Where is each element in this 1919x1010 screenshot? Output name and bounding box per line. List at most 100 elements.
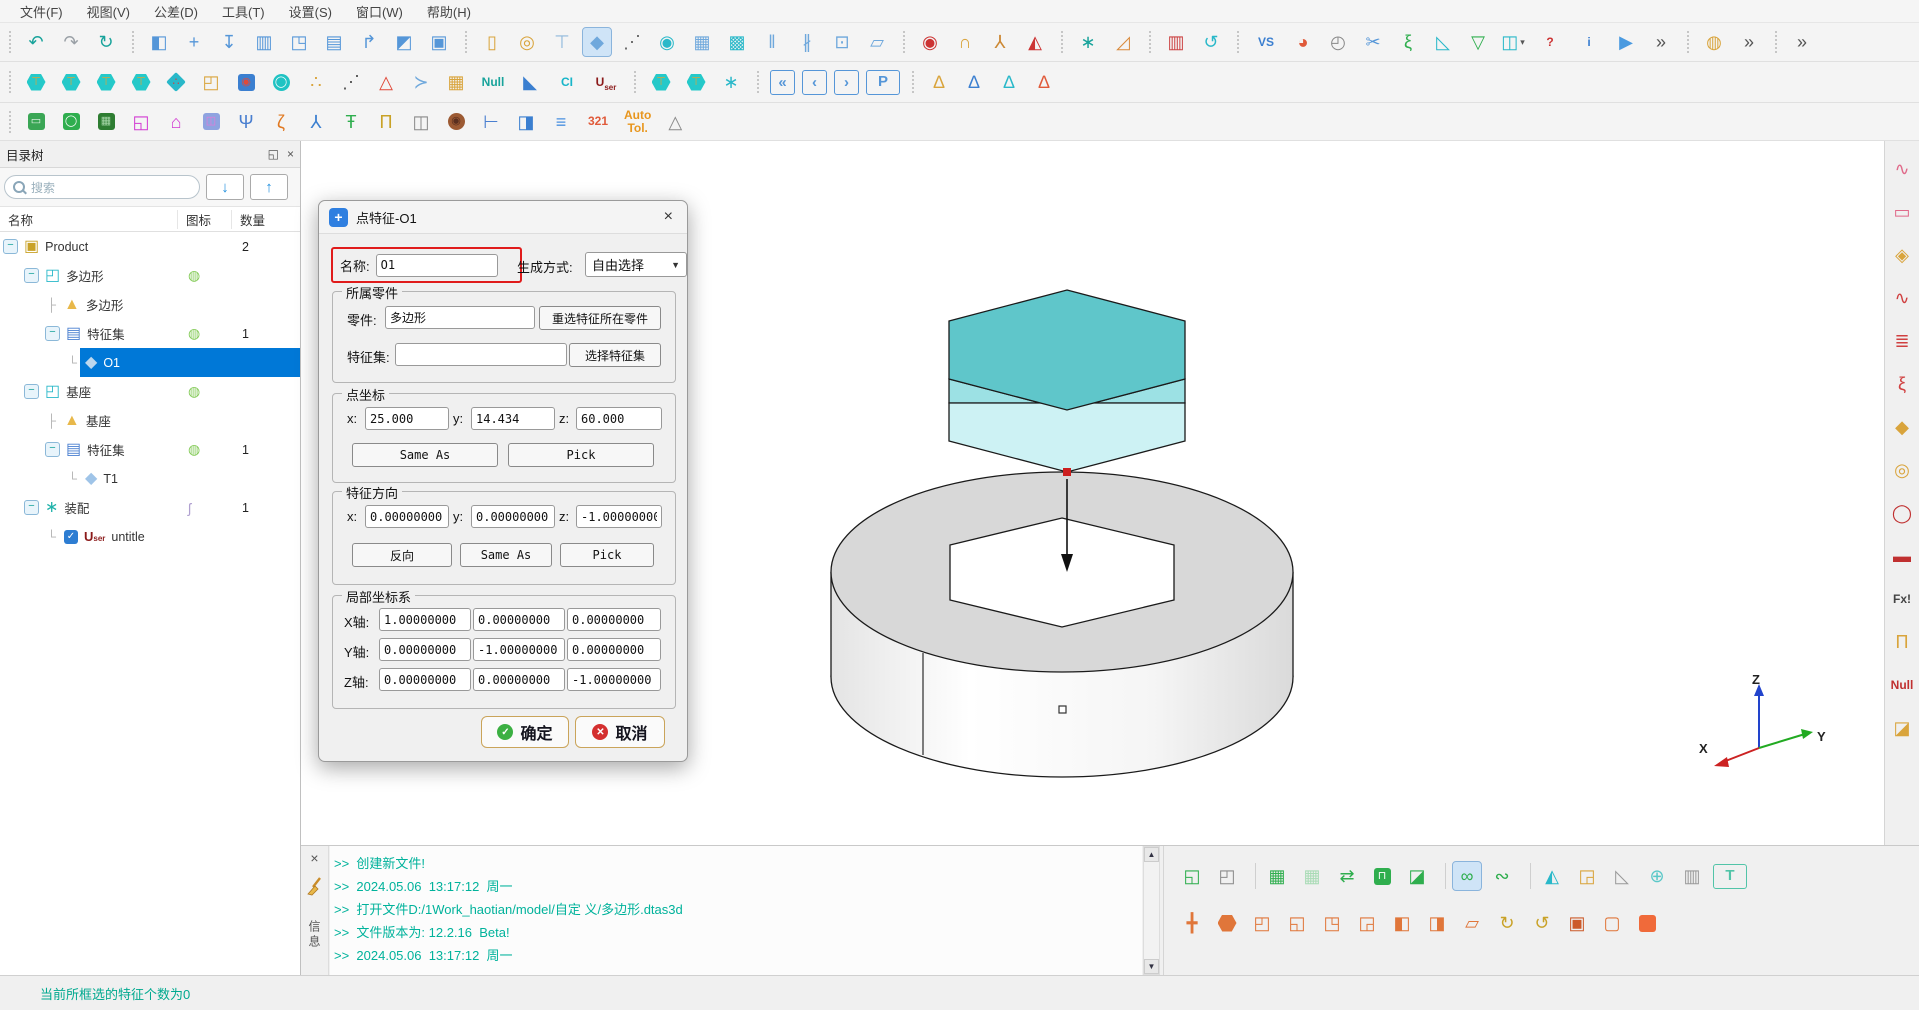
- toolbar-grip[interactable]: [9, 71, 15, 93]
- set-square-icon[interactable]: ◺: [1429, 28, 1457, 56]
- toolbar-grip[interactable]: [465, 31, 471, 53]
- menu-file[interactable]: 文件(F): [8, 0, 75, 23]
- tree-row-polygon-featureset[interactable]: −▤特征集◍1: [0, 319, 300, 348]
- point-pick-button[interactable]: Pick: [508, 443, 654, 467]
- tree-row-untitle[interactable]: └✓Useruntitle: [0, 522, 300, 551]
- cancel-button[interactable]: ✕ 取消: [575, 716, 665, 748]
- unlink-views-icon[interactable]: ∾: [1488, 862, 1516, 890]
- cube-solid-icon[interactable]: [1633, 909, 1661, 937]
- box-measure-4-icon[interactable]: ◲: [1353, 909, 1381, 937]
- tree-row-polygon-part[interactable]: −◰多边形◍: [0, 261, 300, 290]
- null-red-icon[interactable]: Null: [1886, 671, 1918, 699]
- toolbar-grip[interactable]: [1237, 31, 1243, 53]
- tree-row-O1[interactable]: └◆O1: [0, 348, 300, 377]
- cube-group-icon[interactable]: ◰: [197, 68, 225, 96]
- dome-feature-icon[interactable]: ∩: [951, 28, 979, 56]
- grid-views-empty-icon[interactable]: ▦: [1298, 862, 1326, 890]
- dz-input[interactable]: [576, 505, 662, 528]
- import-data-icon[interactable]: ↧: [215, 28, 243, 56]
- panel-gap-icon[interactable]: ◨: [512, 108, 540, 136]
- search-prev-button[interactable]: ↑: [250, 174, 288, 200]
- rivet-pair-icon[interactable]: Π: [1888, 628, 1916, 656]
- measure-box-icon[interactable]: ◲: [1573, 862, 1601, 890]
- box-measure-5-icon[interactable]: ◧: [1388, 909, 1416, 937]
- rivet-5-icon[interactable]: ⊤: [647, 68, 675, 96]
- balance-1-icon[interactable]: ∆: [925, 68, 953, 96]
- hex-block-icon[interactable]: [1213, 909, 1241, 937]
- word-ppt-icon[interactable]: ▣: [425, 28, 453, 56]
- feature-set-input[interactable]: [395, 343, 567, 366]
- lcs-z0-input[interactable]: [379, 668, 471, 691]
- doc-list-icon[interactable]: ▤: [320, 28, 348, 56]
- report-chart-icon[interactable]: ▥: [250, 28, 278, 56]
- more-2-icon[interactable]: »: [1735, 28, 1763, 56]
- rivet-6-icon[interactable]: ⊤: [682, 68, 710, 96]
- curve-probe-icon[interactable]: ∿: [1888, 284, 1916, 312]
- play-run-icon[interactable]: ▶: [1612, 28, 1640, 56]
- box-measure-3-icon[interactable]: ◳: [1318, 909, 1346, 937]
- cone-angle-icon[interactable]: ◭: [1021, 28, 1049, 56]
- cylinder-feature-icon[interactable]: ▯: [478, 28, 506, 56]
- nav-next-icon[interactable]: ›: [834, 70, 859, 95]
- column-name[interactable]: 名称: [0, 210, 178, 229]
- profile-zigzag-icon[interactable]: ξ: [1888, 370, 1916, 398]
- menu-tolerance[interactable]: 公差(D): [142, 0, 210, 23]
- capsule-red-icon[interactable]: ▬: [1888, 542, 1916, 570]
- plane-probe-icon[interactable]: ▱: [1458, 909, 1486, 937]
- battery-pad-icon[interactable]: ▭: [22, 108, 50, 136]
- gauge-doc-icon[interactable]: ◴: [1324, 28, 1352, 56]
- generation-mode-select[interactable]: 自由选择 ▼: [585, 252, 687, 277]
- lcs-y2-input[interactable]: [567, 638, 661, 661]
- menu-window[interactable]: 窗口(W): [344, 0, 415, 23]
- slot-gold-icon[interactable]: ◈: [1888, 241, 1916, 269]
- lcs-y0-input[interactable]: [379, 638, 471, 661]
- swap-views-icon[interactable]: ⇄: [1333, 862, 1361, 890]
- nav-prev-icon[interactable]: ‹: [802, 70, 827, 95]
- message-log[interactable]: >> 创建新文件!>> 2024.05.06 13:17:12 周一>> 打开文…: [330, 846, 1142, 975]
- toolbar-grip[interactable]: [9, 31, 15, 53]
- pcb-board-icon[interactable]: ▦: [92, 108, 120, 136]
- box-measure-6-icon[interactable]: ◨: [1423, 909, 1451, 937]
- auto-tol-icon[interactable]: Auto Tol.: [621, 108, 654, 136]
- mesh-surface-icon[interactable]: ▩: [723, 28, 751, 56]
- toolbar-grip[interactable]: [1775, 31, 1781, 53]
- viewport-remove-icon[interactable]: ◰: [1213, 862, 1241, 890]
- panel-pair-icon[interactable]: ◫: [197, 108, 225, 136]
- lcs-x1-input[interactable]: [473, 608, 565, 631]
- compare-report-icon[interactable]: VS: [1250, 28, 1282, 56]
- reverse-direction-button[interactable]: 反向: [352, 543, 452, 567]
- manikin-icon[interactable]: ⅄: [302, 108, 330, 136]
- diamond-gold-icon[interactable]: ◆: [1888, 413, 1916, 441]
- selection-dot[interactable]: [1059, 706, 1066, 713]
- log-close-icon[interactable]: ×: [310, 850, 318, 866]
- dialog-titlebar[interactable]: + 点特征-O1 ×: [319, 201, 687, 234]
- move-handles-icon[interactable]: ╋: [1178, 909, 1206, 937]
- trapezoid-face-icon[interactable]: ▱: [863, 28, 891, 56]
- box-wireframe-icon[interactable]: ▢: [1598, 909, 1626, 937]
- motor-drum-icon[interactable]: ◉: [442, 108, 470, 136]
- lcs-z2-input[interactable]: [567, 668, 661, 691]
- info-tab-label[interactable]: 信息: [306, 920, 323, 950]
- more-3-icon[interactable]: »: [1788, 28, 1816, 56]
- nav-last-icon[interactable]: P: [866, 70, 900, 95]
- visibility-checkbox[interactable]: ✓: [64, 530, 78, 544]
- user-feature-icon[interactable]: User: [590, 68, 622, 96]
- stat-chart-icon[interactable]: ▥: [1162, 28, 1190, 56]
- crosshair-target-icon[interactable]: ⊕: [1643, 862, 1671, 890]
- unlock-doc-icon[interactable]: ◪: [1403, 862, 1431, 890]
- search-next-button[interactable]: ↓: [206, 174, 244, 200]
- dialog-close-button[interactable]: ×: [660, 208, 677, 226]
- point-line-icon[interactable]: ⋰: [618, 28, 646, 56]
- rotate-cw-icon[interactable]: ↻: [1493, 909, 1521, 937]
- new-report-icon[interactable]: +: [180, 28, 208, 56]
- tree-expander-icon[interactable]: −: [24, 384, 39, 399]
- gold-ring-icon[interactable]: ◍: [1700, 28, 1728, 56]
- py-input[interactable]: [471, 407, 555, 430]
- mirror-tool-icon[interactable]: ◫▾: [1499, 28, 1527, 56]
- tree-row-polygon-geom[interactable]: ├▲多边形: [0, 290, 300, 319]
- save-as-icon[interactable]: ◩: [390, 28, 418, 56]
- assembly-wrench-icon[interactable]: ∗: [1074, 28, 1102, 56]
- capsule-feature-icon[interactable]: ▭: [1888, 198, 1916, 226]
- texture-board-icon[interactable]: T: [1713, 864, 1747, 889]
- select-feature-set-button[interactable]: 选择特征集: [569, 343, 661, 367]
